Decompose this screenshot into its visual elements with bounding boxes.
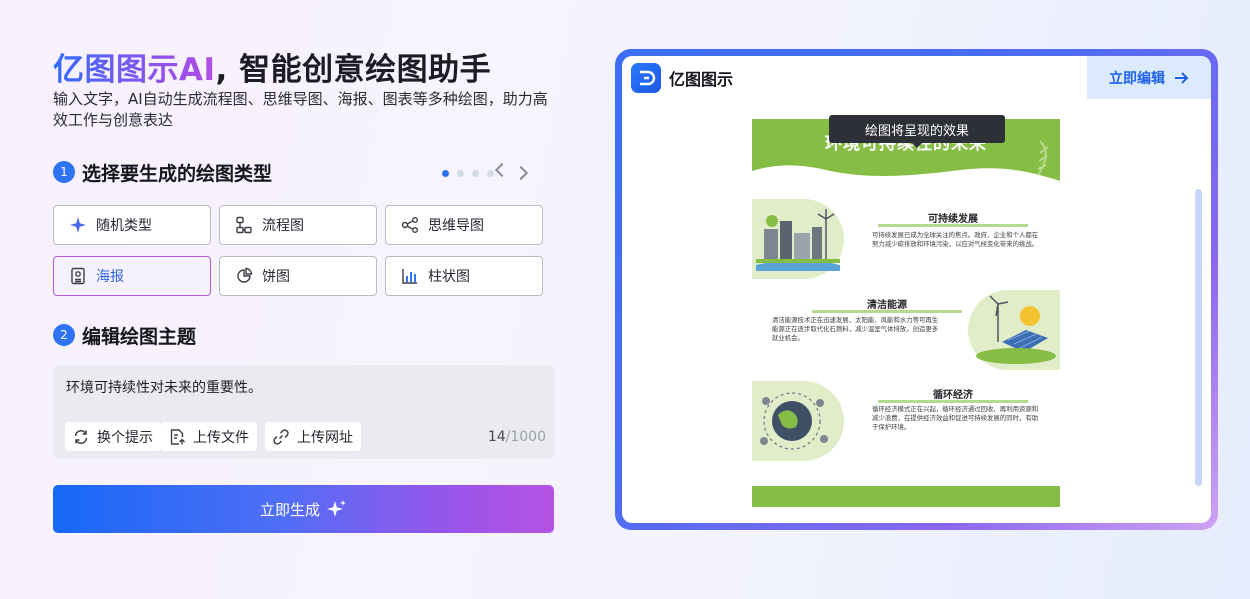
type-bar-button[interactable]: 柱状图 xyxy=(385,256,543,296)
bar-chart-icon xyxy=(400,266,420,286)
char-count: 14 xyxy=(487,429,506,445)
generate-button[interactable]: 立即生成 xyxy=(53,485,554,533)
upload-url-button[interactable]: 上传网址 xyxy=(265,422,361,451)
poster-section: 循环经济 循环经济模式正在兴起，循环经济通过回收、再利用资源和减少浪费，在提供经… xyxy=(752,381,1060,461)
section-text: 可持续发展已成为全球关注的焦点。政府、企业和个人都在努力减少碳排放和环境污染，以… xyxy=(872,231,1039,248)
next-page-icon[interactable] xyxy=(513,165,529,181)
type-random-button[interactable]: 随机类型 xyxy=(53,205,211,245)
sparkle-icon xyxy=(68,215,88,235)
page-title: 亿图图示AI, 智能创意绘图助手 xyxy=(53,44,491,89)
sparkle-icon xyxy=(327,499,347,519)
edit-now-label: 立即编辑 xyxy=(1109,70,1165,87)
section-underline xyxy=(812,310,962,313)
type-grid: 随机类型 流程图 思维导图 海报 饼图 柱状图 xyxy=(53,205,543,296)
upload-file-button[interactable]: 上传文件 xyxy=(161,422,257,451)
solar-wind-illustration xyxy=(968,290,1060,370)
step2-header: 2 编辑绘图主题 xyxy=(53,322,196,348)
step2-number: 2 xyxy=(53,324,75,346)
flowchart-icon xyxy=(234,215,254,235)
type-label: 流程图 xyxy=(262,218,304,234)
prev-page-icon[interactable] xyxy=(494,162,510,178)
preview-tooltip: 绘图将呈现的效果 xyxy=(829,115,1005,148)
topic-input[interactable]: 环境可持续性对未来的重要性。 xyxy=(66,377,262,397)
mindmap-icon xyxy=(400,215,420,235)
section-text: 循环经济模式正在兴起，循环经济通过回收、再利用资源和减少浪费，在提供经济效益和促… xyxy=(872,405,1039,431)
pager-dot[interactable] xyxy=(472,169,479,177)
type-label: 随机类型 xyxy=(96,218,152,234)
globe-recycle-illustration xyxy=(752,381,844,461)
section-underline xyxy=(878,224,1028,227)
topic-editor: 环境可持续性对未来的重要性。 换个提示 上传文件 上传网址 14/1000 xyxy=(53,365,554,459)
preview-frame: 亿图图示 立即编辑 绘图将呈现的效果 环境可持续性的未来 可持续发展 可持续发展… xyxy=(615,49,1218,530)
char-limit: /1000 xyxy=(505,429,546,445)
app-logo-icon xyxy=(631,62,661,93)
step1-number: 1 xyxy=(53,161,75,183)
poster-icon xyxy=(68,266,88,286)
char-counter: 14/1000 xyxy=(488,429,546,445)
step2-title: 编辑绘图主题 xyxy=(82,325,197,348)
preview-scrollbar[interactable] xyxy=(1195,189,1202,486)
edit-now-button[interactable]: 立即编辑 xyxy=(1087,56,1211,99)
type-label: 思维导图 xyxy=(428,218,484,234)
refresh-icon xyxy=(71,427,91,447)
section-title: 清洁能源 xyxy=(867,300,907,311)
city-illustration xyxy=(752,199,844,279)
poster-section: 清洁能源 清洁能源技术正在迅速发展，太阳能、风能和水力等可再生能源正在逐步取代化… xyxy=(752,290,1060,370)
step1-title: 选择要生成的绘图类型 xyxy=(82,162,273,185)
arrow-right-icon xyxy=(1173,70,1189,86)
upload-file-icon xyxy=(167,427,187,447)
link-icon xyxy=(271,427,291,447)
type-label: 海报 xyxy=(96,269,124,285)
type-mindmap-button[interactable]: 思维导图 xyxy=(385,205,543,245)
pager-dot[interactable] xyxy=(487,169,494,177)
app-name: 亿图图示 xyxy=(669,69,734,89)
type-label: 柱状图 xyxy=(428,269,470,285)
step1-header: 1 选择要生成的绘图类型 xyxy=(53,159,272,185)
refresh-prompt-button[interactable]: 换个提示 xyxy=(65,422,161,451)
section-title: 可持续发展 xyxy=(928,214,978,225)
headline-text: , 智能创意绘图助手 xyxy=(215,52,492,88)
poster-preview: 环境可持续性的未来 可持续发展 可持续发展已成为全球关注的焦点。政府、企业和个人… xyxy=(752,119,1060,507)
refresh-prompt-label: 换个提示 xyxy=(97,429,153,446)
type-poster-button[interactable]: 海报 xyxy=(53,256,211,296)
poster-footer-band xyxy=(752,486,1060,507)
generate-label: 立即生成 xyxy=(259,501,320,519)
preview-header: 亿图图示 立即编辑 xyxy=(622,56,1211,99)
poster-section: 可持续发展 可持续发展已成为全球关注的焦点。政府、企业和个人都在努力减少碳排放和… xyxy=(752,199,1060,279)
section-title: 循环经济 xyxy=(933,390,973,401)
brand-name: 亿图图示AI xyxy=(53,52,216,88)
type-pie-button[interactable]: 饼图 xyxy=(219,256,377,296)
preview-window: 亿图图示 立即编辑 绘图将呈现的效果 环境可持续性的未来 可持续发展 可持续发展… xyxy=(622,56,1211,523)
type-pager xyxy=(438,162,529,181)
pie-chart-icon xyxy=(234,266,254,286)
section-underline xyxy=(878,400,1028,403)
type-label: 饼图 xyxy=(262,269,290,285)
section-text: 清洁能源技术正在迅速发展，太阳能、风能和水力等可再生能源正在逐步取代化石燃料，减… xyxy=(772,316,939,342)
pager-dot[interactable] xyxy=(457,169,464,177)
upload-file-label: 上传文件 xyxy=(193,429,249,446)
type-flowchart-button[interactable]: 流程图 xyxy=(219,205,377,245)
upload-url-label: 上传网址 xyxy=(297,429,353,446)
pager-dot[interactable] xyxy=(442,169,449,177)
page-subtitle: 输入文字，AI自动生成流程图、思维导图、海报、图表等多种绘图，助力高效工作与创意… xyxy=(53,90,548,129)
